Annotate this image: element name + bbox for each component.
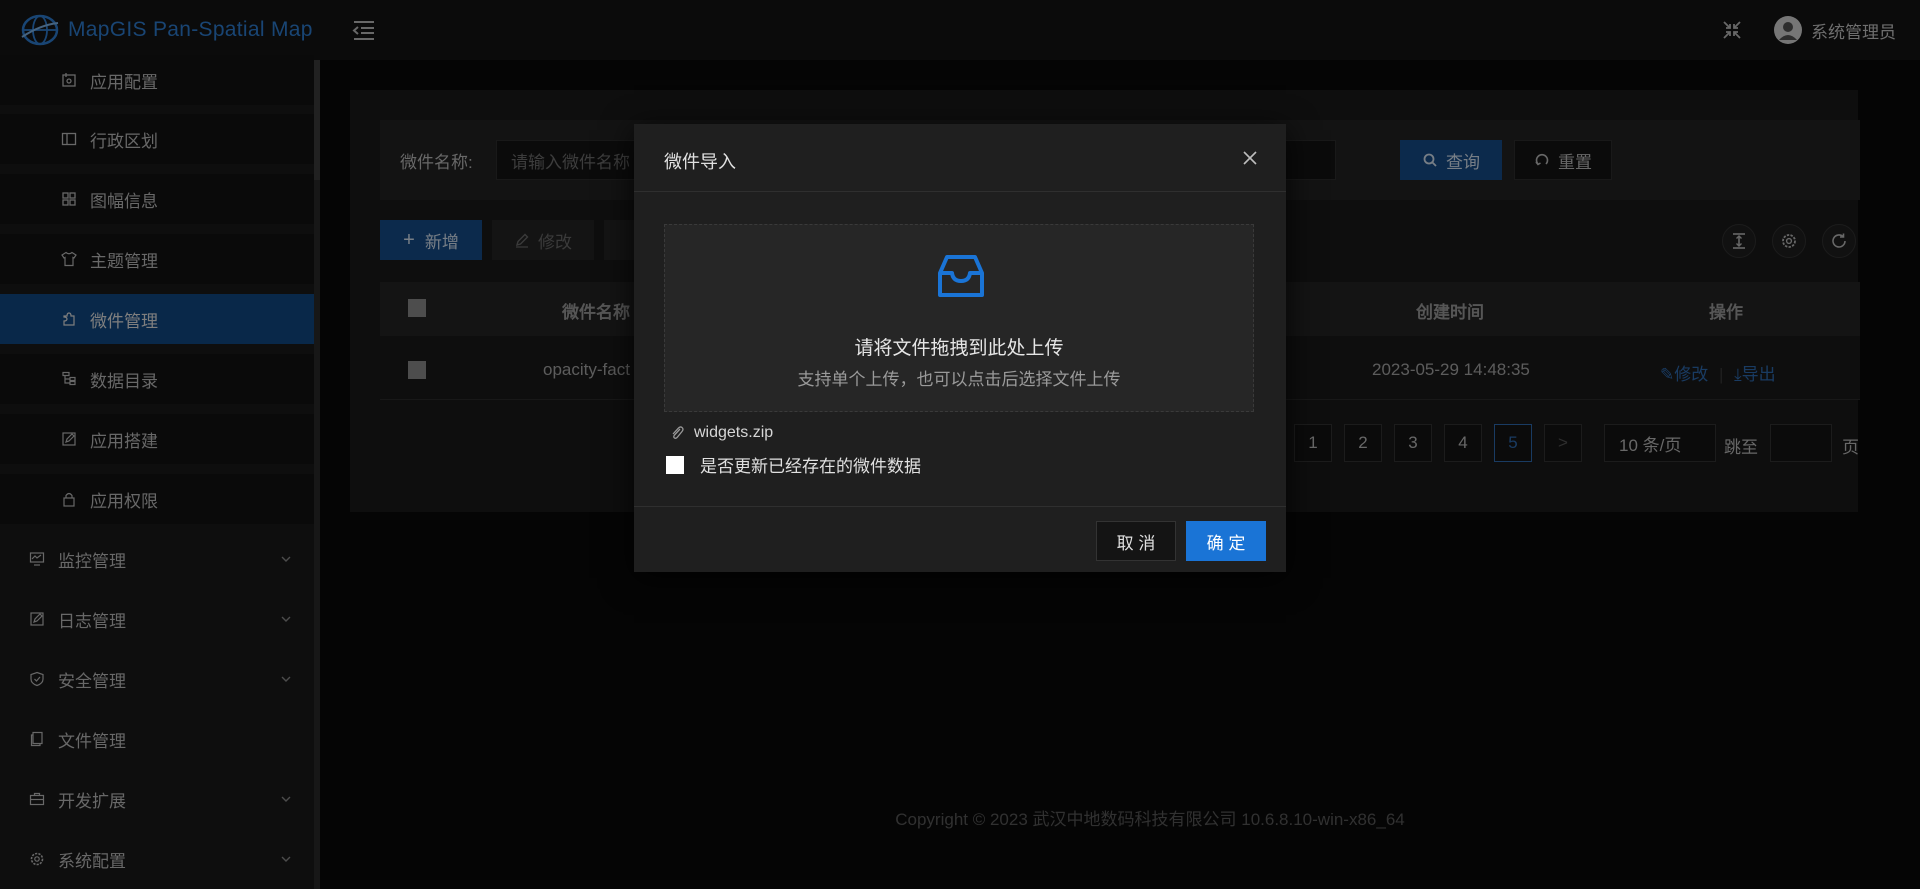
- modal-close-button[interactable]: [1240, 148, 1260, 168]
- paperclip-icon: [672, 426, 684, 439]
- modal-footer: 取 消 确 定: [634, 506, 1286, 572]
- update-existing-checkbox[interactable]: [666, 455, 684, 474]
- close-icon: [1243, 151, 1257, 165]
- uploaded-file-name: widgets.zip: [694, 424, 774, 441]
- inbox-icon: [938, 255, 984, 297]
- dropzone-hint: 支持单个上传，也可以点击后选择文件上传: [797, 370, 1121, 389]
- confirm-button[interactable]: 确 定: [1186, 521, 1266, 561]
- upload-dropzone[interactable]: 请将文件拖拽到此处上传 支持单个上传，也可以点击后选择文件上传: [664, 224, 1254, 412]
- modal-header: 微件导入: [634, 124, 1286, 192]
- modal-title: 微件导入: [664, 152, 736, 172]
- cancel-button[interactable]: 取 消: [1096, 521, 1176, 561]
- widget-import-dialog: 微件导入 请将文件拖拽到此处上传 支持单个上传，也可以点击后选择文件上传 wid…: [634, 124, 1286, 572]
- dropzone-title: 请将文件拖拽到此处上传: [854, 338, 1064, 359]
- update-existing-option[interactable]: 是否更新已经存在的微件数据: [666, 452, 921, 477]
- uploaded-file-item[interactable]: widgets.zip: [670, 424, 773, 442]
- update-existing-label: 是否更新已经存在的微件数据: [700, 457, 921, 476]
